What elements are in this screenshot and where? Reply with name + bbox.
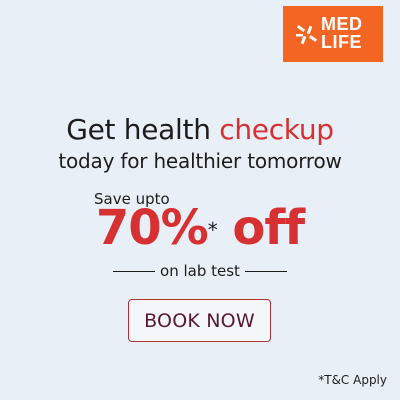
headline: Get health checkup <box>0 114 400 146</box>
logo-line-2: LIFE <box>321 32 362 52</box>
discount-asterisk: * <box>207 218 218 242</box>
discount-amount: 70% <box>95 200 209 256</box>
logo-line-1: MED <box>321 14 363 34</box>
offer-detail: on lab test <box>0 260 400 282</box>
medlife-ad-banner[interactable]: MED LIFE Get health checkup today for he… <box>0 0 400 400</box>
terms-note: *T&C Apply <box>318 373 387 387</box>
discount-suffix: off <box>216 200 305 256</box>
divider-right <box>244 270 287 272</box>
headline-accent: checkup <box>219 113 334 146</box>
offer-detail-text: on lab test <box>160 262 240 280</box>
headline-text: Get health <box>66 113 220 146</box>
discount-offer: 70%* off <box>0 200 400 256</box>
divider-left <box>113 270 156 272</box>
logo-wordmark: MED LIFE <box>321 15 381 51</box>
pinwheel-icon <box>296 24 318 45</box>
medlife-logo[interactable]: MED LIFE <box>283 6 383 62</box>
book-now-button[interactable]: BOOK NOW <box>128 299 271 342</box>
subheadline: today for healthier tomorrow <box>58 149 342 173</box>
